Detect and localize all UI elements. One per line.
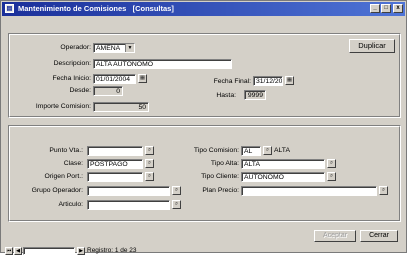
next-record-icon[interactable]: ▶ [77, 247, 85, 255]
punto-vta-label: Punto Vta.: [49, 147, 83, 154]
search-icon[interactable]: ⌕ [172, 200, 181, 209]
punto-vta-field[interactable] [87, 146, 143, 156]
grupo-operador-field[interactable] [87, 186, 170, 196]
title-bar[interactable]: ▤ Mantenimiento de Comisiones [Consultas… [2, 2, 405, 16]
search-icon[interactable]: ⌕ [172, 186, 181, 195]
window-title: Mantenimiento de Comisiones [Consultas] [18, 4, 174, 13]
clase-label: Clase: [63, 160, 83, 167]
search-icon[interactable]: ⌕ [327, 159, 336, 168]
plan-precio-label: Plan Precio: [202, 187, 239, 194]
tipo-comision-desc: ALTA [274, 147, 290, 154]
tipo-cliente-label: Tipo Cliente: [201, 173, 239, 180]
clase-field[interactable]: POSTPAGO [87, 159, 143, 169]
tipo-cliente-field[interactable]: AUTONOMO [241, 172, 325, 182]
desde-field[interactable]: 0 [93, 86, 123, 96]
tipo-comision-label: Tipo Comision: [193, 147, 239, 154]
calendar-icon[interactable]: ▦ [285, 76, 294, 85]
cerrar-button[interactable]: Cerrar [360, 230, 398, 242]
search-icon[interactable]: ⌕ [145, 146, 154, 155]
operador-value: AMENA [96, 45, 121, 52]
tipo-alta-field[interactable]: ALTA [241, 159, 325, 169]
fecha-inicio-field[interactable]: 01/01/2004 [93, 74, 136, 84]
search-icon[interactable]: ⌕ [327, 172, 336, 181]
search-icon[interactable]: ⌕ [379, 186, 388, 195]
search-icon[interactable]: ⌕ [145, 172, 154, 181]
descripcion-label: Descripcion: [53, 60, 91, 67]
hasta-label: Hasta: [216, 92, 236, 99]
calendar-icon[interactable]: ▦ [138, 74, 147, 83]
comisiones-window: ▤ Mantenimiento de Comisiones [Consultas… [0, 0, 407, 255]
importe-comision-label: Importe Comision: [35, 103, 91, 110]
desde-label: Desde: [69, 87, 91, 94]
close-button[interactable]: x [393, 4, 403, 13]
articulo-label: Articulo: [58, 201, 83, 208]
search-icon[interactable]: ⌕ [145, 159, 154, 168]
record-counter: Registro: 1 de 23 [87, 247, 137, 254]
operador-label: Operador: [60, 44, 91, 51]
tipo-alta-label: Tipo Alta: [210, 160, 239, 167]
origen-port-field[interactable] [87, 172, 143, 182]
chevron-down-icon[interactable]: ▼ [125, 44, 134, 52]
search-icon[interactable]: ⌕ [263, 146, 272, 155]
articulo-field[interactable] [87, 200, 170, 210]
first-record-icon[interactable]: ⏮ [5, 247, 13, 255]
fecha-final-label: Fecha Final: [213, 78, 251, 85]
app-icon: ▤ [5, 4, 14, 13]
fecha-final-field[interactable]: 31/12/2004 [253, 76, 283, 86]
fecha-inicio-label: Fecha Inicio: [52, 75, 91, 82]
maximize-button[interactable]: □ [381, 4, 391, 13]
previous-record-icon[interactable]: ◀ [14, 247, 22, 255]
hasta-field[interactable]: 9999 [244, 90, 266, 100]
duplicar-button[interactable]: Duplicar [349, 39, 395, 53]
tipo-comision-code-field[interactable]: AL [241, 146, 261, 156]
record-number-field[interactable] [23, 247, 75, 255]
origen-port-label: Origen Port.: [44, 173, 83, 180]
grupo-operador-label: Grupo Operador: [31, 187, 83, 194]
operador-select[interactable]: AMENA ▼ [93, 43, 135, 53]
importe-comision-field[interactable]: 50 [93, 102, 149, 112]
minimize-button[interactable]: _ [370, 4, 380, 13]
plan-precio-field[interactable] [241, 186, 377, 196]
aceptar-button[interactable]: Aceptar [314, 230, 356, 242]
descripcion-field[interactable]: ALTA AUTONOMO [93, 59, 232, 69]
